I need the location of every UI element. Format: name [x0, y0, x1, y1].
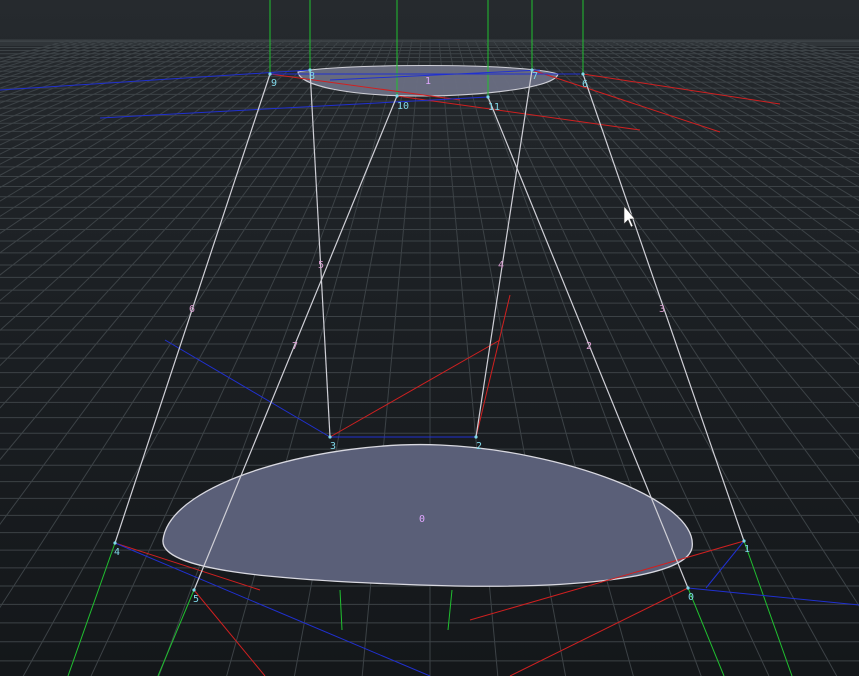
point-marker: [581, 72, 585, 76]
axis-handle-line: [0, 69, 311, 91]
point-marker: [474, 435, 478, 439]
point-marker: [328, 435, 332, 439]
edge-label: 6: [189, 304, 195, 315]
face-label: 1: [425, 76, 431, 87]
point-marker: [268, 72, 272, 76]
axis-handle-line: [687, 587, 859, 606]
edge-label: 5: [318, 260, 324, 271]
point-label: 2: [476, 441, 482, 452]
viewport-3d[interactable]: 0 1 2 3 4 5 6 7 8 9 10 11 2 3 4 5 6 7 0 1: [0, 0, 859, 676]
axis-handle-line: [193, 589, 266, 676]
point-label: 7: [532, 71, 538, 82]
point-marker: [686, 586, 690, 590]
axis-handle-line: [447, 589, 453, 631]
axis-handle-line: [743, 540, 793, 676]
point-label: 10: [397, 101, 409, 112]
point-label: 5: [193, 594, 199, 605]
point-label: 1: [744, 544, 750, 555]
point-marker: [308, 68, 312, 72]
point-marker: [742, 539, 746, 543]
point-label: 8: [309, 71, 315, 82]
point-label: 0: [688, 592, 694, 603]
guide-edge: [309, 69, 331, 438]
axis-handle-line: [339, 589, 343, 631]
point-label: 6: [582, 79, 588, 90]
edge-label: 7: [292, 341, 298, 352]
point-label: 9: [271, 78, 277, 89]
point-marker: [192, 588, 196, 592]
polygon-face-bottom[interactable]: [162, 443, 693, 587]
point-marker: [486, 95, 490, 99]
edge-labels: 2 3 4 5 6 7: [189, 260, 665, 352]
edge-label: 4: [498, 260, 504, 271]
axis-handle-line: [157, 589, 195, 676]
point-label: 4: [114, 547, 120, 558]
point-marker: [530, 68, 534, 72]
edge-label: 2: [586, 341, 592, 352]
scene-canvas[interactable]: 0 1 2 3 4 5 6 7 8 9 10 11 2 3 4 5 6 7 0 1: [0, 0, 859, 676]
point-marker: [395, 94, 399, 98]
edge-label: 3: [659, 304, 665, 315]
point-label: 3: [330, 441, 336, 452]
point-marker: [113, 541, 117, 545]
face-label: 0: [419, 514, 425, 525]
axis-handle-line: [164, 339, 331, 438]
axis-handle-line: [67, 542, 116, 676]
guide-edge: [475, 69, 533, 438]
point-label: 11: [488, 102, 500, 113]
